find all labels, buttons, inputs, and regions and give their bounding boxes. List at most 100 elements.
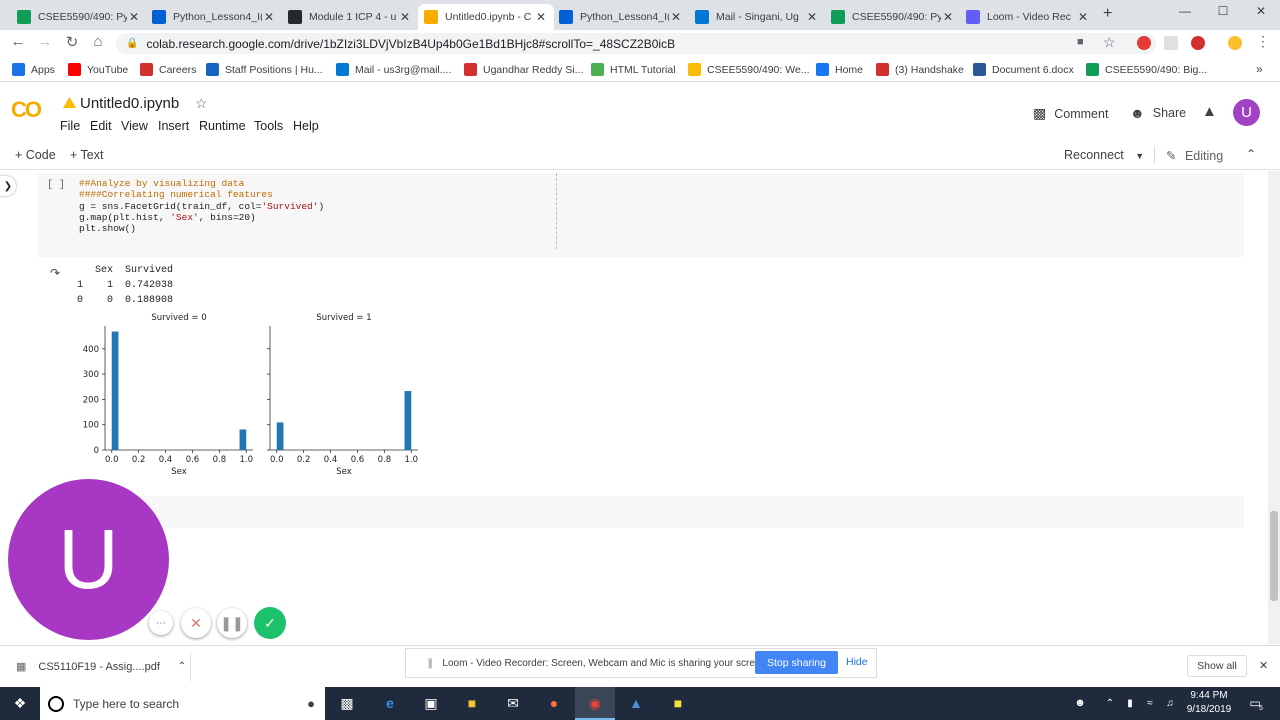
more-options-button[interactable]: ⋯ [149, 611, 173, 635]
sticky-notes-icon[interactable]: ■ [668, 693, 688, 713]
close-tab-icon[interactable]: ✕ [1076, 10, 1090, 24]
tab[interactable]: CSEE5590/490: Py ✕ [11, 4, 147, 30]
finish-recording-button[interactable]: ✓ [254, 607, 286, 639]
tab[interactable]: Python_Lesson4_I(✕ [146, 4, 282, 30]
more-bookmarks-button[interactable]: » [1256, 62, 1263, 76]
reconnect-button[interactable]: Reconnect ▼ [1064, 148, 1144, 162]
close-tab-icon[interactable]: ✕ [941, 10, 955, 24]
reload-icon[interactable]: ↻ [62, 33, 82, 51]
maximize-button[interactable]: ☐ [1208, 4, 1238, 18]
tab[interactable]: Module 1 ICP 4 - u ✕ [282, 4, 418, 30]
extension-icon[interactable] [1164, 36, 1178, 50]
colab-logo[interactable]: CO [11, 97, 42, 123]
app-icon[interactable]: ▲ [626, 693, 646, 713]
people-icon[interactable]: ☻ [1070, 693, 1090, 713]
bookmark-item[interactable]: Mail - us3rg@mail.... [336, 63, 451, 76]
back-icon[interactable]: ← [8, 33, 28, 50]
menu-view[interactable]: View [121, 119, 148, 133]
tab[interactable]: Untitled0.ipynb - C ✕ [418, 4, 554, 30]
empty-cell[interactable] [38, 496, 1244, 528]
windows-start-icon[interactable]: ❖ [10, 693, 30, 713]
volume-icon[interactable]: ♫ [1160, 693, 1180, 713]
chrome-icon[interactable]: ◉ [585, 693, 605, 713]
tab[interactable]: Loom - Video Rec ✕ [960, 4, 1096, 30]
show-all-button[interactable]: Show all [1187, 655, 1247, 677]
loom-webcam-bubble[interactable]: U [8, 479, 169, 640]
store-icon[interactable]: ▣ [421, 693, 441, 713]
address-bar[interactable]: 🔒 colab.research.google.com/drive/1bZIzi… [116, 33, 1156, 54]
wifi-icon[interactable]: ≈ [1140, 693, 1160, 713]
close-tab-icon[interactable]: ✕ [805, 10, 819, 24]
menu-edit[interactable]: Edit [90, 119, 112, 133]
editing-button[interactable]: ✎ Editing [1166, 148, 1223, 163]
cancel-recording-button[interactable]: ✕ [181, 608, 211, 638]
close-icon[interactable]: ✕ [1259, 659, 1268, 672]
flask-icon[interactable]: ▲ [1202, 103, 1217, 120]
bookmark-item[interactable]: Ugandhar Reddy Si... [464, 63, 583, 76]
tray-chevron-icon[interactable]: ⌃ [1100, 693, 1120, 713]
bookmark-star-icon[interactable]: ☆ [1103, 34, 1116, 51]
menu-insert[interactable]: Insert [158, 119, 189, 133]
search-placeholder: Type here to search [73, 696, 180, 711]
hide-button[interactable]: Hide [846, 656, 868, 668]
close-window-button[interactable]: ✕ [1246, 4, 1276, 18]
file-explorer-icon[interactable]: ■ [462, 693, 482, 713]
bookmark-item[interactable]: YouTube [68, 63, 128, 76]
download-item[interactable]: ▦ CS5110F19 - Assig....pdf ⌃ [16, 660, 186, 674]
clock[interactable]: 9:44 PM 9/18/2019 [1183, 689, 1235, 717]
camera-icon[interactable]: ■ [1077, 36, 1084, 48]
pause-recording-button[interactable]: ❚❚ [217, 608, 247, 638]
bookmark-item[interactable]: CSEE5590/490: Big... [1086, 63, 1207, 76]
browser-menu-icon[interactable]: ⋮ [1256, 33, 1270, 50]
chevron-up-icon[interactable]: ⌃ [178, 661, 186, 672]
taskbar-search[interactable]: Type here to search ● [40, 687, 325, 720]
stop-sharing-button[interactable]: Stop sharing [755, 651, 838, 674]
code-editor[interactable]: ##Analyze by visualizing data ####Correla… [79, 178, 324, 234]
tab[interactable]: Mail - Singani, Ug ✕ [689, 4, 825, 30]
bookmark-label: Careers [159, 63, 197, 76]
adblock-icon[interactable] [1137, 36, 1151, 50]
comment-button[interactable]: ▩ Comment [1033, 105, 1108, 122]
bookmark-item[interactable]: CSEE5590/490: We... [688, 63, 810, 76]
bookmark-item[interactable]: Staff Positions | Hu... [206, 63, 323, 76]
close-tab-icon[interactable]: ✕ [398, 10, 412, 24]
share-button[interactable]: ☻ Share [1130, 105, 1186, 121]
add-code-button[interactable]: + Code [15, 148, 56, 162]
extension-icon[interactable] [1228, 36, 1242, 50]
menu-file[interactable]: File [60, 119, 80, 133]
bookmark-item[interactable]: HTML Tutorial [591, 63, 676, 76]
scrollbar-thumb[interactable] [1270, 511, 1278, 601]
task-view-icon[interactable]: ▩ [337, 693, 357, 713]
firefox-icon[interactable]: ● [544, 693, 564, 713]
notebook-title[interactable]: Untitled0.ipynb [80, 95, 179, 112]
new-tab-button[interactable]: + [1103, 5, 1112, 23]
output-icon[interactable]: ↷ [50, 266, 60, 280]
tab[interactable]: CSEE5590/490: Py ✕ [825, 4, 961, 30]
run-cell-button[interactable]: [ ] [47, 180, 65, 191]
avatar[interactable]: U [1233, 99, 1260, 126]
close-tab-icon[interactable]: ✕ [262, 10, 276, 24]
bookmark-item[interactable]: (3) Handshake [876, 63, 964, 76]
bookmark-item[interactable]: Home [816, 63, 863, 76]
home-icon[interactable]: ⌂ [88, 33, 108, 50]
tab[interactable]: Python_Lesson4_I(✕ [553, 4, 689, 30]
extension-icon[interactable] [1191, 36, 1205, 50]
add-text-button[interactable]: + Text [70, 148, 103, 162]
close-tab-icon[interactable]: ✕ [534, 10, 548, 24]
bookmark-item[interactable]: Careers [140, 63, 196, 76]
menu-runtime[interactable]: Runtime [199, 119, 246, 133]
edge-icon[interactable]: e [380, 693, 400, 713]
chevron-up-icon[interactable]: ⌃ [1246, 147, 1256, 161]
bookmark-item[interactable]: Apps [12, 63, 55, 76]
close-tab-icon[interactable]: ✕ [127, 10, 141, 24]
menu-tools[interactable]: Tools [254, 119, 283, 133]
mail-icon[interactable]: ✉ [503, 693, 523, 713]
bookmark-item[interactable]: Document 6.docx [973, 63, 1074, 76]
forward-icon[interactable]: → [35, 33, 55, 50]
close-tab-icon[interactable]: ✕ [669, 10, 683, 24]
menu-help[interactable]: Help [293, 119, 319, 133]
minimize-button[interactable]: — [1170, 4, 1200, 18]
drag-handle-icon[interactable]: ❚ [426, 658, 434, 669]
battery-icon[interactable]: ▮ [1120, 693, 1140, 713]
star-icon[interactable]: ☆ [195, 95, 208, 112]
